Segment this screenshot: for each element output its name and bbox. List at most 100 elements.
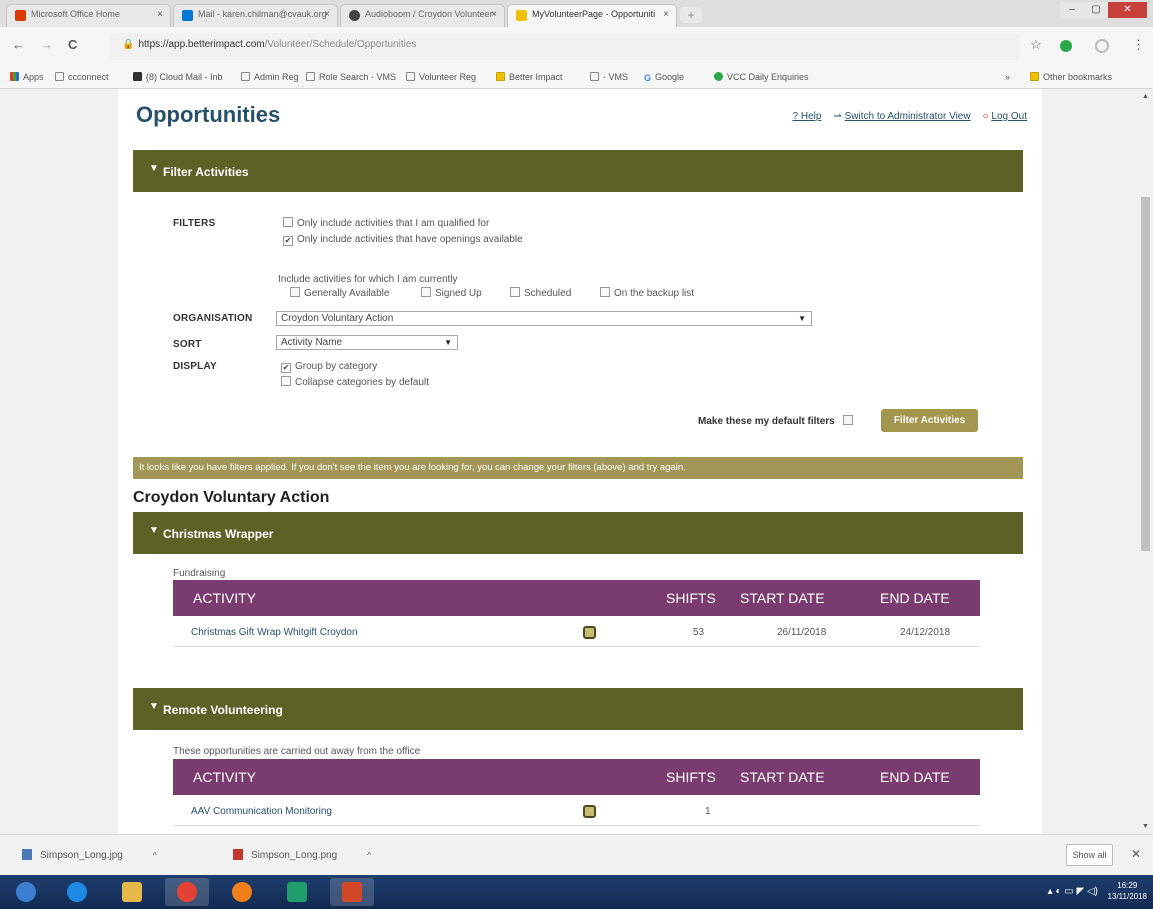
checkbox[interactable] (290, 287, 300, 297)
system-tray-icons[interactable]: ▴ ◐ ▭ ◤ ◁) (1048, 886, 1098, 897)
help-link[interactable]: ? Help (793, 111, 822, 122)
checkbox-checked[interactable]: ✔ (283, 236, 293, 246)
bookmark-item[interactable]: Admin Reg (241, 72, 299, 82)
checkbox[interactable] (842, 415, 853, 425)
chevron-up-icon[interactable]: ^ (367, 851, 371, 860)
close-icon[interactable]: ✕ (1131, 847, 1141, 861)
organisation-select[interactable]: Croydon Voluntary Action ▼ (276, 311, 812, 326)
taskbar-app[interactable] (165, 878, 209, 906)
reload-icon[interactable]: C (68, 37, 77, 52)
bookmark-item[interactable]: ccconnect (55, 72, 109, 82)
bookmarks-overflow[interactable]: » (1005, 72, 1010, 82)
url-field[interactable]: 🔒 https://app.betterimpact.com/Volunteer/… (110, 33, 1020, 60)
profile-icon[interactable] (1095, 39, 1109, 53)
status-signed-up[interactable]: Signed Up (421, 287, 482, 299)
category-header-christmas-wrapper[interactable]: ▼ Christmas Wrapper (133, 512, 1023, 554)
info-icon[interactable] (583, 626, 596, 639)
checkbox[interactable] (600, 287, 610, 297)
category-description: These opportunities are carried out away… (173, 746, 421, 757)
column-shifts[interactable]: SHIFTS (666, 590, 716, 606)
show-all-button[interactable]: Show all (1066, 844, 1113, 866)
collapse-arrow-icon: ▼ (149, 701, 159, 712)
bookmark-item[interactable]: Role Search - VMS (306, 72, 396, 82)
collapse-arrow-icon: ▼ (149, 525, 159, 536)
bookmark-item[interactable]: - VMS (590, 72, 628, 82)
bookmark-item[interactable]: (8) Cloud Mail - Inb (133, 72, 223, 82)
new-tab-button[interactable]: + (680, 7, 702, 23)
sort-select[interactable]: Activity Name ▼ (276, 335, 458, 350)
taskbar-app[interactable] (220, 878, 264, 906)
column-end-date[interactable]: END DATE (880, 769, 950, 785)
column-start-date[interactable]: START DATE (740, 590, 825, 606)
page-icon (306, 72, 315, 81)
taskbar-clock[interactable]: 16:29 13/11/2018 (1108, 880, 1147, 902)
page-scrollbar[interactable]: ▲ ▼ (1138, 89, 1153, 834)
firefox-icon (232, 882, 252, 902)
close-icon[interactable]: × (663, 9, 669, 20)
bookmark-apps[interactable]: Apps (10, 72, 44, 82)
scrollbar-thumb[interactable] (1141, 197, 1150, 551)
column-end-date[interactable]: END DATE (880, 590, 950, 606)
end-date-value: 24/12/2018 (900, 627, 951, 638)
extension-icon[interactable] (1060, 40, 1072, 52)
chevron-up-icon[interactable]: ^ (153, 851, 157, 860)
close-icon[interactable]: × (157, 9, 163, 20)
close-icon[interactable]: × (324, 9, 330, 20)
bookmark-star-icon[interactable]: ☆ (1030, 37, 1042, 53)
taskbar-app[interactable] (330, 878, 374, 906)
browser-tab-active[interactable]: MyVolunteerPage - Opportuniti × (507, 4, 677, 27)
bookmark-item[interactable]: VCC Daily Enquiries (714, 72, 809, 82)
display-collapse-categories[interactable]: Collapse categories by default (281, 376, 429, 388)
checkbox[interactable] (283, 217, 293, 227)
filter-activities-button[interactable]: Filter Activities (881, 409, 978, 432)
close-window-icon[interactable]: ✕ (1108, 2, 1147, 18)
filter-qualified[interactable]: Only include activities that I am qualif… (283, 217, 489, 229)
switch-admin-link[interactable]: Switch to Administrator View (845, 111, 971, 122)
activity-link[interactable]: AAV Communication Monitoring (191, 806, 332, 817)
start-button[interactable] (4, 878, 48, 906)
maximize-icon[interactable]: ▢ (1084, 2, 1108, 18)
scroll-up-icon[interactable]: ▲ (1142, 93, 1149, 100)
taskbar-app[interactable] (55, 878, 99, 906)
lock-icon: 🔒 (122, 39, 135, 50)
info-icon[interactable] (583, 805, 596, 818)
status-generally-available[interactable]: Generally Available (290, 287, 389, 299)
column-start-date[interactable]: START DATE (740, 769, 825, 785)
activity-link[interactable]: Christmas Gift Wrap Whitgift Croydon (191, 627, 358, 638)
status-scheduled[interactable]: Scheduled (510, 287, 571, 299)
column-shifts[interactable]: SHIFTS (666, 769, 716, 785)
logout-link[interactable]: Log Out (991, 111, 1027, 122)
minimize-icon[interactable]: – (1060, 2, 1084, 18)
display-group-by-category[interactable]: ✔ Group by category (281, 361, 377, 373)
browser-tab[interactable]: Mail - karen.chilman@cvauk.org × (173, 4, 338, 27)
checkbox[interactable] (510, 287, 520, 297)
category-title: Christmas Wrapper (163, 527, 274, 541)
bookmark-item[interactable]: G Google (644, 72, 684, 83)
download-item[interactable]: Simpson_Long.png ^ (233, 849, 371, 861)
category-header-remote-volunteering[interactable]: ▼ Remote Volunteering (133, 688, 1023, 730)
column-activity[interactable]: ACTIVITY (193, 590, 256, 606)
menu-icon[interactable]: ⋮ (1132, 37, 1145, 53)
checkbox[interactable] (281, 376, 291, 386)
forward-icon[interactable]: → (40, 37, 53, 52)
taskbar-app[interactable] (110, 878, 154, 906)
status-backup-list[interactable]: On the backup list (600, 287, 694, 299)
category-title: Remote Volunteering (163, 703, 283, 717)
taskbar-app[interactable] (275, 878, 319, 906)
checkbox-checked[interactable]: ✔ (281, 363, 291, 373)
scroll-down-icon[interactable]: ▼ (1142, 823, 1149, 830)
tab-label: MyVolunteerPage - Opportuniti (532, 9, 656, 19)
back-icon[interactable]: ← (12, 37, 25, 52)
browser-tab[interactable]: Audioboom / Croydon Volunteer × (340, 4, 505, 27)
other-bookmarks[interactable]: Other bookmarks (1030, 72, 1112, 82)
filter-openings[interactable]: ✔ Only include activities that have openi… (283, 234, 523, 246)
browser-tab[interactable]: Microsoft Office Home × (6, 4, 171, 27)
close-icon[interactable]: × (491, 9, 497, 20)
bookmark-item[interactable]: Better Impact (496, 72, 563, 82)
checkbox[interactable] (421, 287, 431, 297)
download-item[interactable]: Simpson_Long.jpg ^ (22, 849, 157, 861)
default-filters-option[interactable]: Make these my default filters (698, 415, 857, 427)
column-activity[interactable]: ACTIVITY (193, 769, 256, 785)
bookmark-item[interactable]: Volunteer Reg (406, 72, 476, 82)
filter-panel-header[interactable]: ▼ Filter Activities (133, 150, 1023, 192)
